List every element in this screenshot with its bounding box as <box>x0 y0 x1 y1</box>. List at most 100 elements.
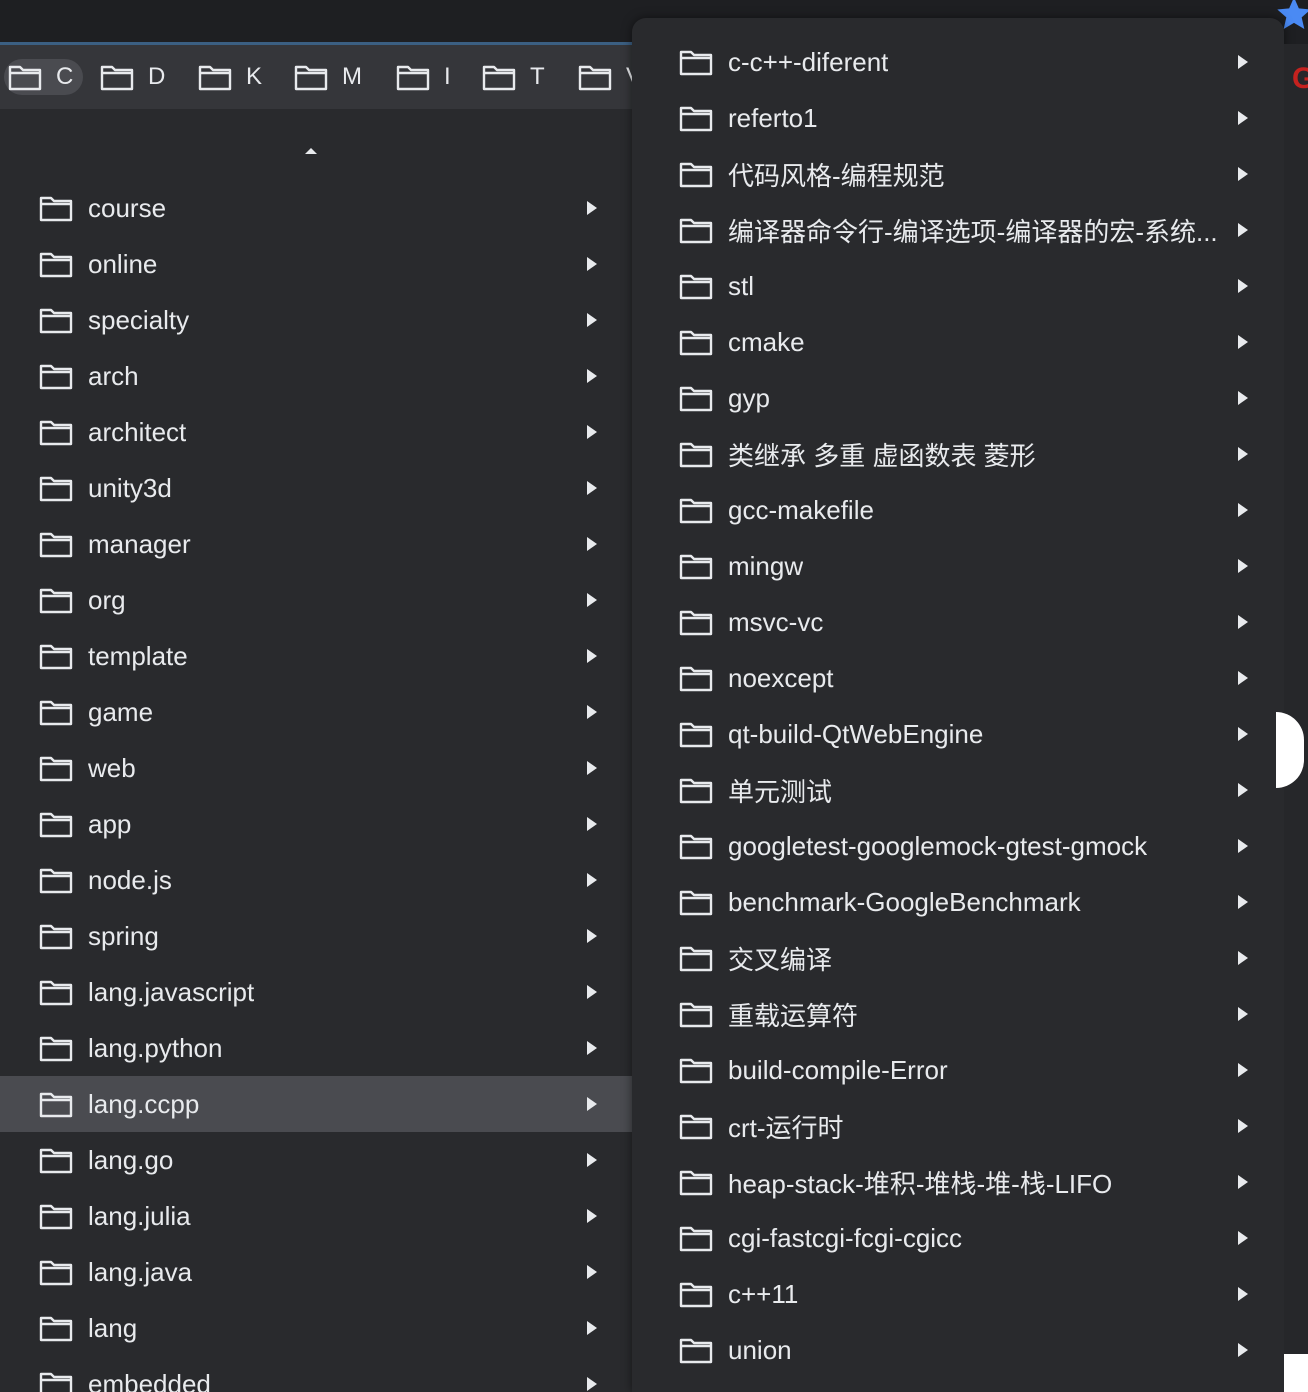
menu-item-org[interactable]: org <box>0 572 632 628</box>
menu-item-app[interactable]: app <box>0 796 632 852</box>
bookmark-folder-label: T <box>530 63 545 90</box>
submenu-item-18[interactable]: build-compile-Error <box>632 1042 1284 1098</box>
menu-item-label: architect <box>88 416 187 447</box>
submenu-item-2[interactable]: 代码风格-编程规范 <box>632 146 1284 202</box>
submenu-item-10[interactable]: msvc-vc <box>632 594 1284 650</box>
submenu-item-15[interactable]: benchmark-GoogleBenchmark <box>632 874 1284 930</box>
submenu-item-6[interactable]: gyp <box>632 370 1284 426</box>
submenu-item-label: cmake <box>728 326 805 357</box>
submenu-arrow-icon <box>587 1321 597 1335</box>
menu-item-node-js[interactable]: node.js <box>0 852 632 908</box>
bookmark-folder-c[interactable]: C <box>4 59 84 95</box>
folder-icon <box>679 722 713 748</box>
scroll-up-arrow-icon[interactable] <box>305 148 317 154</box>
submenu-arrow-icon <box>587 201 597 215</box>
folder-icon <box>8 65 42 91</box>
bookmark-folder-menu: course online specialty arch architect unity3… <box>0 109 632 1392</box>
menu-item-lang-ccpp[interactable]: lang.ccpp <box>0 1076 632 1132</box>
submenu-arrow-icon <box>1238 55 1248 69</box>
submenu-item-13[interactable]: 单元测试 <box>632 762 1284 818</box>
submenu-item-7[interactable]: 类继承 多重 虚函数表 菱形 <box>632 426 1284 482</box>
bookmark-folder-m[interactable]: M <box>294 59 362 95</box>
submenu-item-12[interactable]: qt-build-QtWebEngine <box>632 706 1284 762</box>
folder-icon <box>578 65 612 91</box>
menu-item-template[interactable]: template <box>0 628 632 684</box>
submenu-arrow-icon <box>587 1041 597 1055</box>
folder-icon <box>679 442 713 468</box>
submenu-item-17[interactable]: 重载运算符 <box>632 986 1284 1042</box>
submenu-item-label: mingw <box>728 550 804 581</box>
menu-item-arch[interactable]: arch <box>0 348 632 404</box>
submenu-arrow-icon <box>587 929 597 943</box>
menu-item-manager[interactable]: manager <box>0 516 632 572</box>
submenu-arrow-icon <box>1238 391 1248 405</box>
submenu-item-16[interactable]: 交叉编译 <box>632 930 1284 986</box>
folder-icon <box>679 778 713 804</box>
folder-icon <box>39 700 73 726</box>
folder-icon <box>39 756 73 782</box>
folder-icon <box>679 1170 713 1196</box>
menu-item-embedded[interactable]: embedded <box>0 1356 632 1392</box>
folder-icon <box>39 1148 73 1174</box>
menu-item-game[interactable]: game <box>0 684 632 740</box>
submenu-arrow-icon <box>587 369 597 383</box>
menu-item-lang-javascript[interactable]: lang.javascript <box>0 964 632 1020</box>
submenu-item-5[interactable]: cmake <box>632 314 1284 370</box>
submenu-item-21[interactable]: cgi-fastcgi-fcgi-cgicc <box>632 1210 1284 1266</box>
submenu-item-11[interactable]: noexcept <box>632 650 1284 706</box>
bookmark-folder-k[interactable]: K <box>198 59 262 95</box>
submenu-item-label: 编译器命令行-编译选项-编译器的宏-系统... <box>728 216 1218 247</box>
bookmark-folder-t[interactable]: T <box>482 59 545 95</box>
menu-item-unity3d[interactable]: unity3d <box>0 460 632 516</box>
menu-item-online[interactable]: online <box>0 236 632 292</box>
menu-item-lang-julia[interactable]: lang.julia <box>0 1188 632 1244</box>
bookmark-folder-label: K <box>246 63 263 90</box>
submenu-item-22[interactable]: c++11 <box>632 1266 1284 1322</box>
submenu-item-23[interactable]: union <box>632 1322 1284 1378</box>
menu-item-web[interactable]: web <box>0 740 632 796</box>
folder-icon <box>679 1282 713 1308</box>
menu-item-lang-java[interactable]: lang.java <box>0 1244 632 1300</box>
submenu-arrow-icon <box>587 425 597 439</box>
submenu-item-14[interactable]: googletest-googlemock-gtest-gmock <box>632 818 1284 874</box>
menu-item-lang-go[interactable]: lang.go <box>0 1132 632 1188</box>
submenu-arrow-icon <box>587 257 597 271</box>
folder-icon <box>679 386 713 412</box>
submenu-item-label: benchmark-GoogleBenchmark <box>728 886 1081 917</box>
submenu-arrow-icon <box>587 1153 597 1167</box>
submenu-arrow-icon <box>1238 951 1248 965</box>
menu-item-specialty[interactable]: specialty <box>0 292 632 348</box>
submenu-item-9[interactable]: mingw <box>632 538 1284 594</box>
submenu-item-4[interactable]: stl <box>632 258 1284 314</box>
submenu-arrow-icon <box>1238 111 1248 125</box>
submenu-item-label: noexcept <box>728 662 834 693</box>
submenu-item-label: heap-stack-堆积-堆栈-堆-栈-LIFO <box>728 1168 1113 1199</box>
submenu-item-8[interactable]: gcc-makefile <box>632 482 1284 538</box>
folder-icon <box>39 252 73 278</box>
submenu-arrow-icon <box>1238 1119 1248 1133</box>
menu-item-lang-python[interactable]: lang.python <box>0 1020 632 1076</box>
menu-item-label: lang.ccpp <box>88 1088 200 1119</box>
submenu-item-19[interactable]: crt-运行时 <box>632 1098 1284 1154</box>
submenu-item-20[interactable]: heap-stack-堆积-堆栈-堆-栈-LIFO <box>632 1154 1284 1210</box>
submenu-arrow-icon <box>587 313 597 327</box>
bookmark-folder-i[interactable]: I <box>396 59 451 95</box>
menu-item-course[interactable]: course <box>0 180 632 236</box>
folder-icon <box>39 868 73 894</box>
submenu-arrow-icon <box>1238 279 1248 293</box>
submenu-arrow-icon <box>1238 783 1248 797</box>
submenu-arrow-icon <box>1238 1175 1248 1189</box>
submenu-item-1[interactable]: referto1 <box>632 90 1284 146</box>
submenu-item-0[interactable]: c-c++-diferent <box>632 34 1284 90</box>
bookmark-folder-d[interactable]: D <box>100 59 165 95</box>
submenu-arrow-icon <box>1238 503 1248 517</box>
submenu-arrow-icon <box>1238 559 1248 573</box>
submenu-item-3[interactable]: 编译器命令行-编译选项-编译器的宏-系统... <box>632 202 1284 258</box>
menu-item-spring[interactable]: spring <box>0 908 632 964</box>
menu-item-architect[interactable]: architect <box>0 404 632 460</box>
menu-item-lang[interactable]: lang <box>0 1300 632 1356</box>
submenu-arrow-icon <box>587 873 597 887</box>
submenu-item-label: msvc-vc <box>728 606 824 637</box>
folder-icon <box>39 532 73 558</box>
submenu-arrow-icon <box>587 1097 597 1111</box>
